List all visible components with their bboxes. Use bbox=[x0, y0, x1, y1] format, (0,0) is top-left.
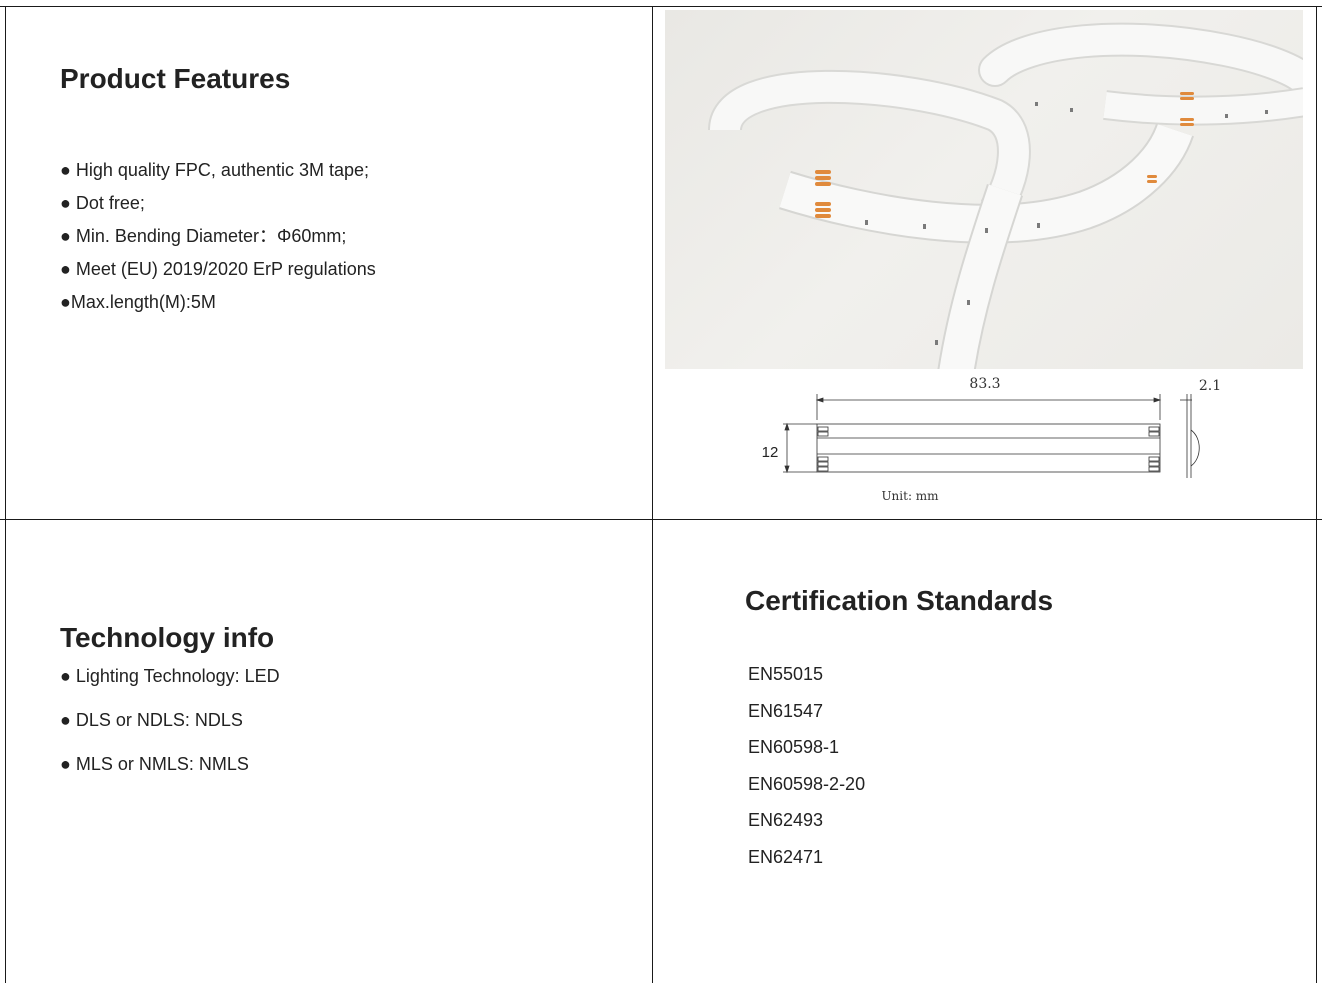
table-right-border bbox=[1316, 6, 1317, 983]
led-strip-photo bbox=[665, 10, 1303, 369]
unit-label: Unit: mm bbox=[881, 489, 939, 503]
certification-item: EN60598-1 bbox=[748, 737, 840, 758]
document-page: Product Features ● High quality FPC, aut… bbox=[0, 0, 1322, 983]
led-strip-illustration bbox=[708, 22, 1303, 369]
tech-item: ● MLS or NMLS: NMLS bbox=[60, 754, 249, 774]
technology-info-list: ● Lighting Technology: LED ● DLS or NDLS… bbox=[60, 664, 280, 796]
certification-item: EN61547 bbox=[748, 700, 824, 721]
technology-info-heading: Technology info bbox=[60, 622, 275, 653]
certification-standards-heading: Certification Standards bbox=[745, 585, 1054, 616]
table-left-border bbox=[5, 6, 6, 983]
certification-item: EN62493 bbox=[748, 810, 824, 831]
feature-item: ●Max.length(M):5M bbox=[60, 292, 216, 312]
feature-item: ● Dot free; bbox=[60, 193, 145, 213]
thickness-dimension-label: 2.1 bbox=[1199, 378, 1221, 394]
dimension-labels: 83.3 2.1 12 Unit: mm bbox=[762, 376, 1221, 503]
certification-item: EN62471 bbox=[748, 846, 824, 867]
feature-item: ● Meet (EU) 2019/2020 ErP regulations bbox=[60, 259, 376, 279]
length-dimension-label: 83.3 bbox=[969, 376, 1000, 392]
table-top-border bbox=[0, 6, 1322, 7]
product-features-list: ● High quality FPC, authentic 3M tape; ●… bbox=[60, 158, 376, 323]
table-row-divider bbox=[0, 519, 1322, 520]
tech-item: ● Lighting Technology: LED bbox=[60, 666, 280, 686]
product-features-heading: Product Features bbox=[60, 63, 291, 94]
feature-item: ● High quality FPC, authentic 3M tape; bbox=[60, 160, 370, 180]
feature-item: ● Min. Bending Diameter：Φ60mm; bbox=[60, 226, 347, 246]
tech-item: ● DLS or NDLS: NDLS bbox=[60, 710, 243, 730]
width-dimension-label: 12 bbox=[762, 444, 779, 461]
table-column-divider bbox=[652, 7, 653, 983]
certification-item: EN60598-2-20 bbox=[748, 773, 866, 794]
certification-item: EN55015 bbox=[748, 664, 824, 684]
certification-standards-list: EN55015 EN61547 EN60598-1 EN60598-2-20 E… bbox=[748, 662, 865, 882]
